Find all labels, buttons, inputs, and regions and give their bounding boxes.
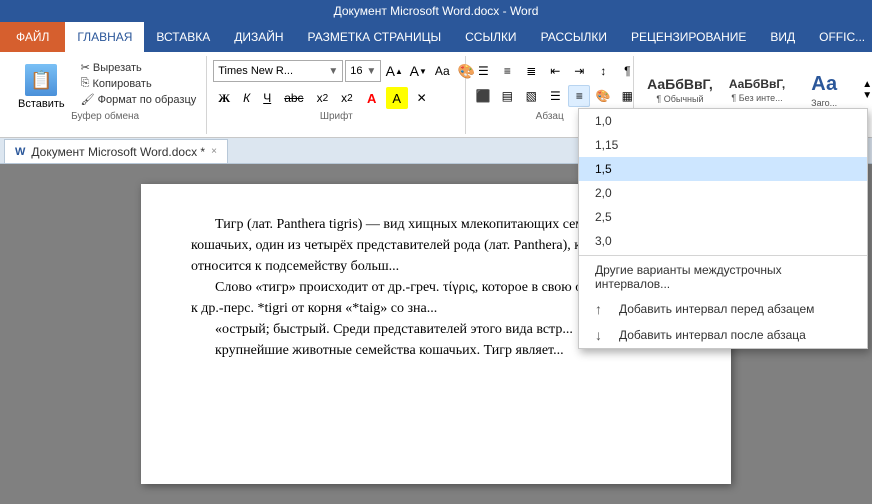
underline-button[interactable]: Ч [258,87,276,109]
menu-insert[interactable]: ВСТАВКА [144,22,222,52]
title-text: Документ Microsoft Word.docx - Word [334,4,539,18]
spacing-2-5-label: 2,5 [595,210,612,224]
title-bar: Документ Microsoft Word.docx - Word [0,0,872,22]
menu-references[interactable]: ССЫЛКИ [453,22,528,52]
bullets-button[interactable]: ☰ [472,60,494,82]
style-heading-name: Заго... [811,98,837,108]
style-heading-preview: Аа [811,73,837,96]
multilevel-list-button[interactable]: ≣ [520,60,542,82]
other-spacing-option[interactable]: Другие варианты междустрочных интервалов… [579,258,867,296]
spacing-1-15-label: 1,15 [595,138,618,152]
space-before-icon: ↑ [595,301,611,317]
paste-icon: 📋 [25,64,57,96]
font-size-dropdown[interactable]: 16 ▼ [345,60,381,82]
align-center-button[interactable]: ▤ [496,85,518,107]
italic-button[interactable]: К [238,87,255,109]
subscript-button[interactable]: x2 [312,87,334,109]
align-left-button[interactable]: ⬛ [472,85,494,107]
numbering-button[interactable]: ≡ [496,60,518,82]
clear-formatting-button[interactable]: ✕ [411,87,433,109]
add-space-before-label: Добавить интервал перед абзацем [619,302,814,316]
sort-button[interactable]: ↕ [592,60,614,82]
increase-font-button[interactable]: A▲ [383,60,405,82]
cut-button[interactable]: ✂ Вырезать [77,60,201,75]
menu-bar: ФАЙЛ ГЛАВНАЯ ВСТАВКА ДИЗАЙН РАЗМЕТКА СТР… [0,22,872,52]
menu-file[interactable]: ФАЙЛ [0,22,65,52]
font-color-button[interactable]: A [361,87,383,109]
bold-button[interactable]: Ж [213,87,235,109]
font-size-value: 16 [350,65,362,77]
line-spacing-dropdown[interactable]: 1,0 1,15 1,5 2,0 2,5 3,0 Другие варианты… [578,108,868,349]
font-group: Times New R... ▼ 16 ▼ A▲ A▼ Аа 🎨 Ж К Ч [207,56,466,134]
add-space-after-label: Добавить интервал после абзаца [619,328,806,342]
style-normal-name: ¶ Обычный [656,94,703,104]
styles-more-button[interactable]: ▲▼ [856,79,872,101]
font-row1: Times New R... ▼ 16 ▼ A▲ A▼ Аа 🎨 [213,60,477,82]
spacing-3-0-label: 3,0 [595,234,612,248]
decrease-indent-button[interactable]: ⇤ [544,60,566,82]
word-icon: W [15,146,25,158]
copy-button[interactable]: ⎘ Копировать [77,76,201,91]
menu-divider [579,255,867,256]
chevron-down-icon: ▼ [328,66,338,77]
menu-home[interactable]: ГЛАВНАЯ [65,22,144,52]
increase-indent-button[interactable]: ⇥ [568,60,590,82]
justify-button[interactable]: ☰ [544,85,566,107]
menu-view[interactable]: ВИД [758,22,807,52]
menu-review[interactable]: РЕЦЕНЗИРОВАНИЕ [619,22,758,52]
style-normal-preview: АаБбВвГ, [647,76,713,92]
spacing-1-5[interactable]: 1,5 [579,157,867,181]
spacing-3-0[interactable]: 3,0 [579,229,867,253]
spacing-2-0[interactable]: 2,0 [579,181,867,205]
font-label: Шрифт [207,111,465,122]
strikethrough-button[interactable]: abc [279,87,308,109]
style-no-spacing-name: ¶ Без инте... [731,93,782,103]
paste-label: Вставить [18,98,65,110]
align-right-button[interactable]: ▧ [520,85,542,107]
spacing-1-15[interactable]: 1,15 [579,133,867,157]
add-space-after[interactable]: ↓ Добавить интервал после абзаца [579,322,867,348]
space-after-icon: ↓ [595,327,611,343]
menu-design[interactable]: ДИЗАЙН [222,22,295,52]
document-tab-label: Документ Microsoft Word.docx * [31,145,205,159]
document-tab[interactable]: W Документ Microsoft Word.docx * × [4,139,228,163]
spacing-2-0-label: 2,0 [595,186,612,200]
font-row2: Ж К Ч abc x2 x2 A A ✕ [213,87,477,109]
menu-mailings[interactable]: РАССЫЛКИ [529,22,619,52]
line-spacing-button[interactable]: ≡ [568,85,590,107]
clipboard-group: 📋 Вставить ✂ Вырезать ⎘ Копировать 🖌 Фор… [4,56,207,134]
scissors-icon: ✂ [81,61,90,74]
font-name-value: Times New R... [218,65,293,77]
font-name-dropdown[interactable]: Times New R... ▼ [213,60,343,82]
menu-office[interactable]: OFFIC... [807,22,872,52]
clipboard-label: Буфер обмена [4,111,206,122]
add-space-before[interactable]: ↑ Добавить интервал перед абзацем [579,296,867,322]
text-highlight-color-button[interactable]: A [386,87,408,109]
paintbrush-icon: 🖌 [81,93,95,106]
spacing-1-0[interactable]: 1,0 [579,109,867,133]
format-painter-button[interactable]: 🖌 Формат по образцу [77,92,201,107]
close-tab-button[interactable]: × [211,146,217,157]
clipboard-actions: ✂ Вырезать ⎘ Копировать 🖌 Формат по обра… [77,60,201,107]
shading-button[interactable]: 🎨 [592,85,614,107]
decrease-font-button[interactable]: A▼ [407,60,429,82]
spacing-2-5[interactable]: 2,5 [579,205,867,229]
menu-layout[interactable]: РАЗМЕТКА СТРАНИЦЫ [296,22,454,52]
spacing-1-0-label: 1,0 [595,114,612,128]
other-spacing-label: Другие варианты междустрочных интервалов… [595,263,851,291]
change-case-button[interactable]: Аа [431,60,453,82]
superscript-button[interactable]: x2 [336,87,358,109]
chevron-down-icon: ▼ [366,66,376,77]
spacing-1-5-label: 1,5 [595,162,612,176]
copy-icon: ⎘ [81,77,90,90]
paste-button[interactable]: 📋 Вставить [10,60,73,114]
style-no-spacing-preview: АаБбВвГ, [729,77,785,91]
